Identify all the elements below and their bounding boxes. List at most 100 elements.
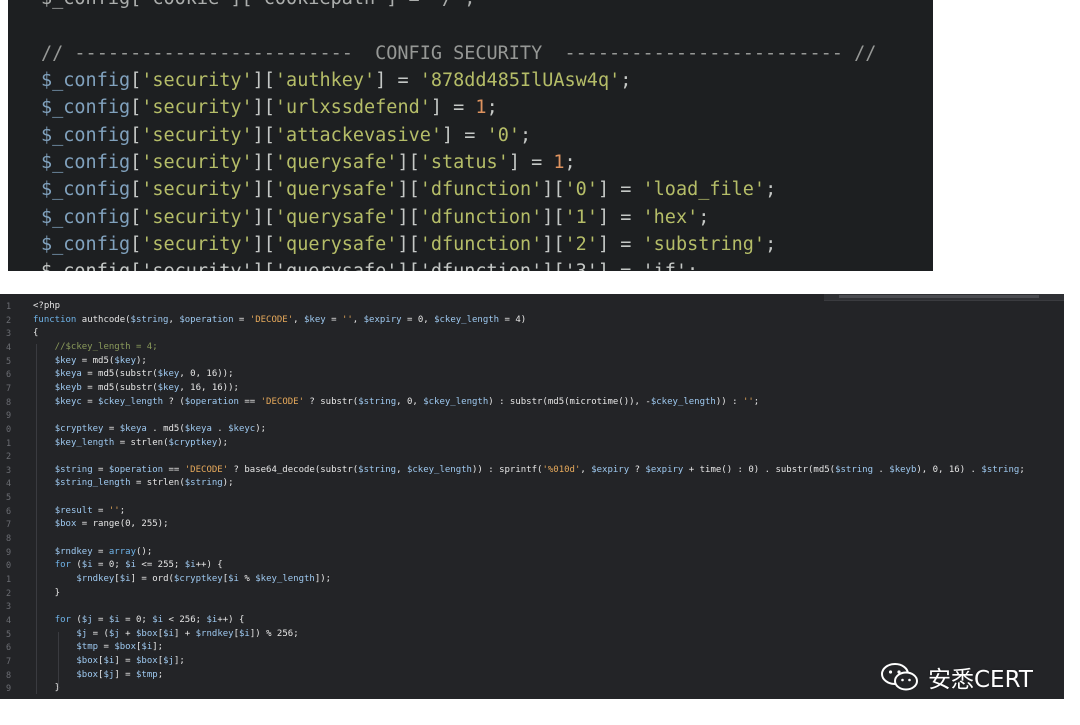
line-number: 3 — [6, 465, 12, 476]
code-line: $string_length = strlen($string); — [54, 478, 234, 489]
array-key: 'attackevasive' — [274, 124, 442, 146]
config-line: $_config['security']['querysafe']['dfunc… — [41, 206, 710, 228]
line-number: 0 — [6, 424, 12, 435]
array-key: 'querysafe' — [274, 233, 398, 255]
config-value: '878dd485IlUAsw4q' — [419, 70, 621, 91]
line-number: 2 — [6, 315, 12, 326]
line-number: 9 — [6, 547, 12, 558]
wechat-icon — [881, 663, 918, 691]
scrollbar-thumb[interactable] — [839, 295, 1039, 298]
editor-panel: 1 2 3 4 5 6 7 8 9 0 1 2 3 4 5 6 7 8 9 0 1 2 3 4 5 6 7 8 9 <?php funct… — [0, 294, 1064, 699]
code-line: //$ckey_length = 4; — [33, 341, 158, 352]
code-line: $key_length = strlen($cryptkey); — [54, 437, 229, 448]
code-line: $tmp = $box[$i]; — [76, 642, 164, 653]
line-number: 1 — [6, 302, 12, 312]
code-line: $key = md5($key); — [54, 355, 147, 366]
indent-guide — [36, 344, 37, 694]
line-number: 1 — [6, 575, 12, 585]
line-number: 3 — [6, 329, 12, 340]
variable: $_config — [41, 206, 131, 228]
code-line: { — [33, 328, 39, 339]
line-number: 3 — [6, 602, 12, 613]
line-number: 1 — [6, 438, 12, 449]
code-line: $j = ($j + $box[$i] + $rndkey[$i]) % 256… — [76, 628, 299, 639]
code-line: $keya = md5(substr($key, 0, 16)); — [54, 369, 234, 380]
array-key: '0' — [564, 179, 598, 201]
line-number: 8 — [6, 397, 12, 408]
code-line: $rndkey = array(); — [54, 546, 153, 557]
array-key: 'security' — [141, 206, 253, 228]
config-line: $_config['security']['querysafe']['statu… — [41, 151, 576, 173]
array-key: 'authkey' — [274, 70, 376, 91]
config-security-comment: // ------------------------- CONFIG SECU… — [41, 43, 877, 64]
watermark: 安悉CERT — [880, 660, 1033, 694]
line-number-gutter: 1 2 3 4 5 6 7 8 9 0 1 2 3 4 5 6 7 8 9 0 1 2 3 4 5 6 7 8 9 — [0, 294, 22, 699]
code-line: for ($j = $i = 0; $i < 256; $i++) { — [54, 614, 245, 625]
config-line: $_config['security']['attackevasive'] = … — [41, 124, 532, 146]
array-key: 'dfunction' — [419, 179, 543, 201]
code-line: $box = range(0, 255); — [54, 519, 169, 530]
array-key: 'dfunction' — [419, 233, 543, 255]
line-number: 4 — [6, 615, 12, 626]
code-line: $box[$i] = $box[$j]; — [76, 655, 185, 666]
code-line: for ($i = 0; $i <= 255; $i++) { — [54, 560, 223, 571]
line-number: 2 — [6, 452, 12, 463]
line-number: 4 — [6, 479, 12, 490]
array-key: 'querysafe' — [274, 179, 398, 201]
variable: $_config — [41, 97, 131, 119]
variable: $_config — [41, 70, 131, 91]
array-key: '2' — [564, 233, 598, 255]
code-line: $cryptkey = $keya . md5($keya . $keyc); — [54, 423, 267, 434]
line-number: 5 — [6, 493, 12, 504]
config-line: $_config['security']['querysafe']['dfunc… — [41, 179, 777, 201]
array-key: 'security' — [141, 70, 253, 91]
config-value: 'load_file' — [642, 179, 766, 201]
config-value: 'substring' — [642, 233, 766, 255]
config-line: $_config['security']['querysafe']['dfunc… — [41, 233, 777, 255]
code-line: $rndkey[$i] = ord($cryptkey[$i % $key_le… — [76, 574, 332, 584]
line-number: 7 — [6, 520, 12, 531]
line-number: 2 — [6, 588, 12, 599]
line-number: 7 — [6, 656, 12, 667]
partial-code-line-top: $_config['cookie']['cookiepath'] = '/'; — [41, 0, 475, 12]
code-line: $keyc = $ckey_length ? ($operation == 'D… — [54, 396, 760, 407]
config-value: 1 — [553, 151, 565, 173]
array-key: 'dfunction' — [419, 206, 543, 228]
line-number: 8 — [6, 534, 12, 545]
array-key: 'status' — [419, 151, 509, 173]
array-key: 'security' — [141, 233, 253, 255]
code-line: } — [33, 587, 61, 598]
config-value: '0' — [486, 124, 520, 146]
code-line: $string = $operation == 'DECODE' ? base6… — [54, 464, 1025, 475]
variable: $_config — [41, 179, 131, 201]
line-number: 6 — [6, 506, 12, 517]
watermark-text: 安悉CERT — [928, 667, 1033, 693]
line-number: 5 — [6, 356, 12, 367]
indent-guide — [58, 632, 59, 690]
config-line: $_config['security']['authkey'] = '878dd… — [41, 70, 632, 91]
config-value: 1 — [475, 97, 487, 119]
array-key: '1' — [564, 206, 598, 228]
line-number: 7 — [6, 383, 12, 394]
variable: $_config — [41, 151, 131, 173]
code-line: <?php — [33, 301, 61, 311]
code-line: function authcode($string, $operation = … — [33, 314, 527, 325]
array-key: 'security' — [141, 151, 253, 173]
array-key: 'querysafe' — [274, 151, 398, 173]
array-key: 'security' — [141, 97, 253, 119]
line-number: 8 — [6, 670, 12, 681]
code-line: $keyb = md5(substr($key, 16, 16)); — [54, 382, 239, 393]
array-key: 'urlxssdefend' — [274, 97, 431, 119]
config-value: 'hex' — [642, 206, 699, 228]
line-number: 5 — [6, 629, 12, 640]
editor-scrollbar[interactable] — [824, 294, 1064, 301]
line-number: 4 — [6, 342, 12, 353]
array-key: 'security' — [141, 124, 253, 146]
code-line: $box[$j] = $tmp; — [76, 669, 164, 680]
partial-code-line-bottom: $_config['security']['querysafe']['dfunc… — [41, 258, 698, 271]
line-number: 0 — [6, 561, 12, 572]
line-number: 9 — [6, 684, 12, 695]
code-line: } — [33, 683, 61, 694]
line-number: 9 — [6, 411, 12, 422]
code-line: $result = ''; — [54, 505, 126, 516]
